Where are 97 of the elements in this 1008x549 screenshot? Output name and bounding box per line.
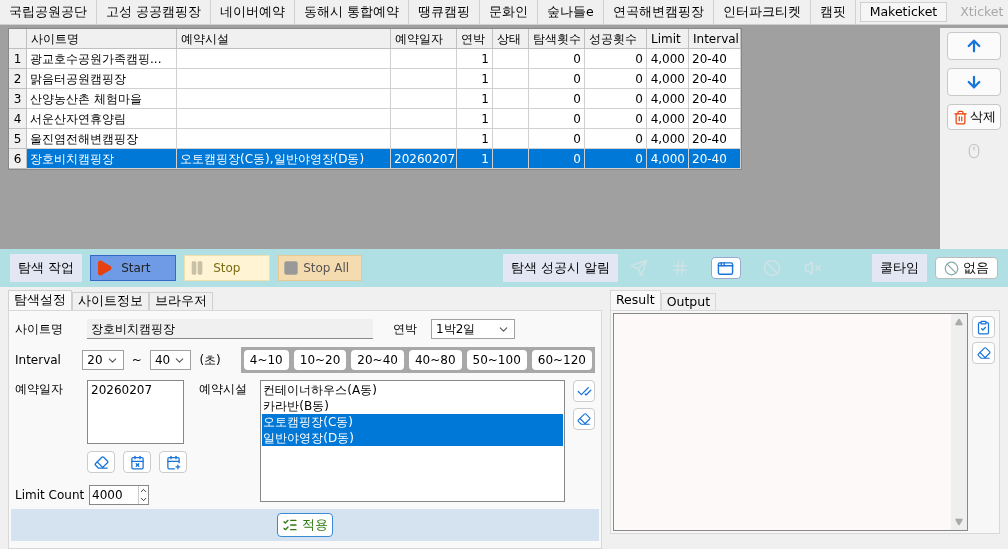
facility-item[interactable]: 컨테이너하우스(A동) <box>262 382 563 398</box>
clear-result-button[interactable] <box>972 342 995 364</box>
cooltime-button[interactable]: 없음 <box>935 257 998 279</box>
output-tab[interactable]: Result <box>610 290 661 310</box>
select-all-button[interactable] <box>573 380 595 402</box>
table-cell <box>493 149 529 169</box>
window-button[interactable] <box>710 257 741 279</box>
move-up-button[interactable] <box>947 32 1001 60</box>
spin-up-icon[interactable] <box>139 486 148 495</box>
table-cell: 0 <box>529 149 585 169</box>
clipboard-check-icon <box>976 319 991 335</box>
delete-button[interactable]: 삭제 <box>947 104 1001 130</box>
preset-button[interactable]: 10~20 <box>293 350 347 370</box>
window-icon <box>717 259 735 277</box>
facility-list[interactable]: 컨테이너하우스(A동) 카라반(B동) 오토캠핑장(C동) 일반야영장(D동) <box>260 380 565 502</box>
site-tab[interactable]: 고성 공공캠핑장 <box>97 0 211 24</box>
date-item[interactable]: 20260207 <box>91 381 180 399</box>
table-cell: 오토캠핑장(C동),일반야영장(D동) <box>177 149 391 169</box>
task-label: 탐색 작업 <box>10 254 83 282</box>
row-number: 4 <box>9 109 27 129</box>
eraser-icon <box>976 346 991 360</box>
site-tab[interactable]: 인터파크티켓 <box>713 0 811 24</box>
preset-button[interactable]: 20~40 <box>351 350 404 370</box>
spin-down-icon[interactable] <box>139 495 148 504</box>
settings-tab[interactable]: 사이트정보 <box>72 292 149 310</box>
table-row[interactable]: 1 광교호수공원가족캠핑... 1 0 0 4,000 20-40 <box>9 49 741 69</box>
preset-button[interactable]: 60~120 <box>531 350 592 370</box>
settings-tab[interactable]: 브라우저 <box>149 292 213 310</box>
interval-max-select[interactable]: 40 <box>149 350 192 370</box>
row-number: 1 <box>9 49 27 69</box>
site-tab[interactable]: 연곡해변캠핑장 <box>603 0 714 24</box>
trash-icon <box>952 109 968 125</box>
interval-label: Interval <box>15 352 62 369</box>
facility-label: 예약시설 <box>199 381 248 398</box>
site-tab[interactable]: 문화인 <box>479 0 538 24</box>
table-row[interactable]: 4 서운산자연휴양림 1 0 0 4,000 20-40 <box>9 109 741 129</box>
limit-count-spinner[interactable]: 4000 <box>89 485 149 505</box>
nights-label: 연박 <box>393 321 418 338</box>
site-tab[interactable]: 캠핏 <box>810 0 856 24</box>
output-tab[interactable]: Output <box>660 293 717 310</box>
apply-button[interactable]: 적용 <box>277 513 333 537</box>
square-icon <box>283 260 300 276</box>
date-label: 예약일자 <box>15 381 64 398</box>
checklist-icon <box>282 517 298 533</box>
site-tab[interactable]: Maketicket <box>859 2 948 22</box>
table-cell: 20-40 <box>689 149 741 169</box>
site-tab[interactable]: 숲나들e <box>537 0 604 24</box>
table-cell: 20260207 <box>391 149 457 169</box>
eraser-icon <box>577 412 591 426</box>
site-tab[interactable]: 땡큐캠핑 <box>408 0 480 24</box>
facility-item[interactable]: 카라반(B동) <box>262 398 563 414</box>
table-cell: 4,000 <box>647 149 689 169</box>
arrow-down-icon <box>965 73 983 91</box>
table-cell: 1 <box>457 149 493 169</box>
preset-button[interactable]: 4~10 <box>243 350 289 370</box>
table-cell: 0 <box>585 149 647 169</box>
start-button[interactable]: Start <box>90 255 177 281</box>
interval-min-select[interactable]: 20 <box>82 350 124 370</box>
site-tab[interactable]: 동해시 통합예약 <box>295 0 409 24</box>
stop-all-button[interactable]: Stop All <box>278 255 363 281</box>
stop-button[interactable]: Stop <box>184 255 271 281</box>
cooltime-label: 쿨타임 <box>872 254 927 282</box>
row-number: 5 <box>9 129 27 149</box>
site-name-field[interactable]: 장호비치캠핑장 <box>87 319 373 339</box>
ban-icon <box>944 260 959 276</box>
calendar-x-icon <box>129 454 145 470</box>
table-row[interactable]: 5 울진염전해변캠핑장 1 0 0 4,000 20-40 <box>9 129 741 149</box>
clear-dates-button[interactable] <box>87 451 115 473</box>
play-icon <box>95 259 114 277</box>
site-name-label: 사이트명 <box>15 321 64 338</box>
table-row[interactable]: 3 산양농산촌 체험마을 1 0 0 4,000 20-40 <box>9 89 741 109</box>
remove-date-button[interactable] <box>123 451 151 473</box>
preset-button[interactable]: 40~80 <box>408 350 462 370</box>
nights-select[interactable]: 1박2일 <box>431 319 515 339</box>
date-list[interactable]: 20260207 <box>87 380 184 444</box>
calendar-plus-icon <box>165 454 181 470</box>
row-number: 6 <box>9 149 27 169</box>
table-row[interactable]: 6 장호비치캠핑장 오토캠핑장(C동),일반야영장(D동) 20260207 1 0 0 4,000 20-40 <box>9 149 741 169</box>
facility-item[interactable]: 일반야영장(D동) <box>262 430 563 446</box>
copy-result-button[interactable] <box>972 316 995 338</box>
clear-selection-button[interactable] <box>573 408 595 430</box>
eraser-icon <box>93 454 109 470</box>
preset-button[interactable]: 50~100 <box>466 350 527 370</box>
row-number: 3 <box>9 89 27 109</box>
site-tab[interactable]: 네이버예약 <box>211 0 295 24</box>
site-tab[interactable]: 국립공원공단 <box>0 0 97 24</box>
add-date-button[interactable] <box>159 451 187 473</box>
alert-label: 탐색 성공시 알림 <box>502 254 618 282</box>
interval-separator: ~ <box>131 352 142 369</box>
facility-item[interactable]: 오토캠핑장(C동) <box>262 414 563 430</box>
interval-unit: (초) <box>199 352 221 369</box>
limit-count-label: Limit Count <box>15 487 85 504</box>
settings-tab[interactable]: 탐색설정 <box>8 290 72 310</box>
move-down-button[interactable] <box>947 68 1001 96</box>
row-number: 2 <box>9 69 27 89</box>
table-row[interactable]: 2 맑음터공원캠핑장 1 0 0 4,000 20-40 <box>9 69 741 89</box>
table-cell: 장호비치캠핑장 <box>27 149 177 169</box>
